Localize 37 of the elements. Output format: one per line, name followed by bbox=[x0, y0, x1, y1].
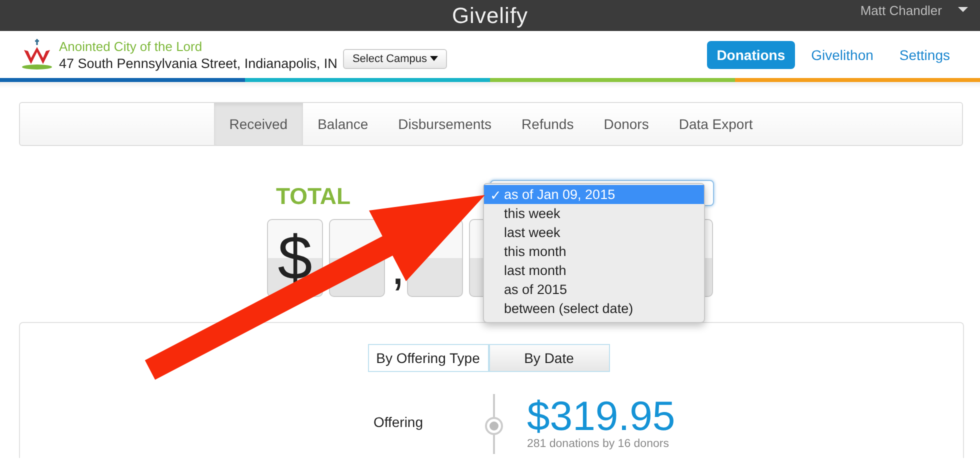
menu-option[interactable]: last month bbox=[484, 261, 704, 280]
option-label: between (select date) bbox=[504, 301, 634, 316]
nav-link[interactable]: Givelithon bbox=[801, 40, 884, 68]
digit-separator: , bbox=[391, 238, 401, 297]
church-logo bbox=[20, 38, 54, 72]
section-tab[interactable]: Balance bbox=[302, 103, 384, 145]
option-label: as of 2015 bbox=[504, 282, 568, 297]
option-label: last month bbox=[504, 263, 566, 278]
view-toggle-button[interactable]: By Date bbox=[488, 344, 610, 372]
offering-amount: $319.95 bbox=[527, 394, 676, 438]
section-tab[interactable]: Data Export bbox=[664, 103, 768, 145]
option-label: this month bbox=[504, 244, 566, 259]
caret-icon[interactable] bbox=[958, 7, 968, 12]
menu-option[interactable]: this month bbox=[484, 242, 704, 261]
organization-name: Anointed City of the Lord bbox=[59, 38, 204, 54]
section-tab[interactable]: Disbursements bbox=[383, 103, 507, 145]
nav-link[interactable]: Donations bbox=[706, 40, 796, 68]
nav-link[interactable]: Settings bbox=[889, 40, 960, 68]
section-tab[interactable]: Donors bbox=[588, 103, 664, 145]
section-tab[interactable]: Received bbox=[214, 103, 303, 145]
offering-label: Offering bbox=[372, 414, 423, 430]
menu-option[interactable]: this week bbox=[484, 204, 704, 223]
option-label: as of Jan 09, 2015 bbox=[504, 187, 616, 202]
check-icon: ✓ bbox=[490, 188, 502, 202]
select-campus-button[interactable]: Select Campus bbox=[343, 48, 448, 68]
menu-option[interactable]: between (select date) bbox=[484, 299, 704, 318]
user-menu[interactable]: Matt Chandler bbox=[860, 3, 942, 18]
total-title: TOTAL bbox=[276, 183, 351, 210]
option-label: this week bbox=[504, 206, 560, 221]
option-label: last week bbox=[504, 225, 560, 240]
donation-summary: 281 donations by 16 donors bbox=[527, 438, 670, 450]
view-toggle-button[interactable]: By Offering Type bbox=[368, 344, 488, 372]
menu-option[interactable]: as of 2015 bbox=[484, 280, 704, 299]
menu-option[interactable]: last week bbox=[484, 223, 704, 242]
brand-logo[interactable]: Givelify bbox=[452, 2, 528, 28]
section-tab[interactable]: Refunds bbox=[506, 103, 589, 145]
organization-address: 47 South Pennsylvania Street, Indianapolis, IN bbox=[59, 56, 338, 70]
